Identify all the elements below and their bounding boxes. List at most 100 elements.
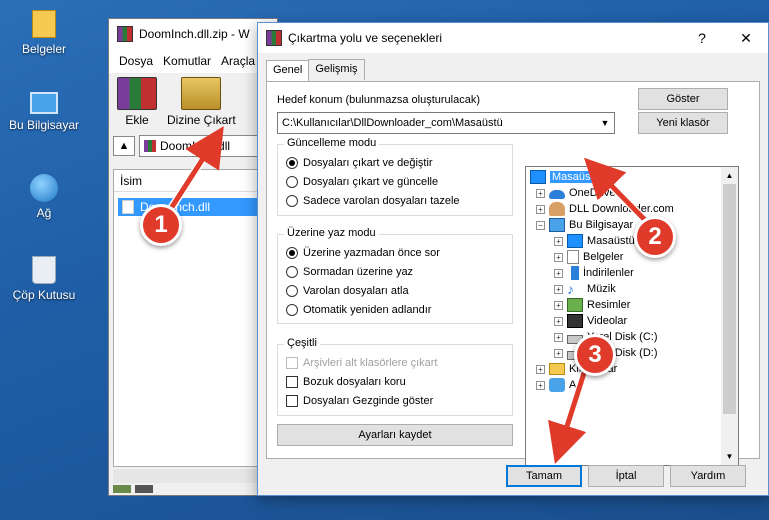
tree-item-downloads[interactable]: + İndirilenler <box>554 265 634 281</box>
tree-item-label: DLL Downloader.com <box>569 203 674 215</box>
dialog-tabs: Genel Gelişmiş <box>266 59 365 81</box>
desktop-icon-label: Çöp Kutusu <box>12 288 76 302</box>
expand-icon[interactable]: + <box>554 252 563 262</box>
radio-button[interactable] <box>286 247 298 259</box>
tree-item-user[interactable]: + DLL Downloader.com <box>536 201 674 217</box>
checkbox-show-in-explorer[interactable]: Dosyaları Gezginde göster <box>286 395 433 407</box>
winrar-horizontal-scrollbar[interactable] <box>113 469 273 483</box>
menu-file[interactable]: Dosya <box>119 54 153 68</box>
checkbox[interactable] <box>286 376 298 388</box>
update-mode-group: Güncelleme modu Dosyaları çıkart ve deği… <box>277 137 513 216</box>
collapse-icon[interactable]: − <box>536 220 545 230</box>
destination-path-input[interactable] <box>278 116 596 130</box>
computer-icon <box>30 92 58 114</box>
option-label: Otomatik yeniden adlandır <box>303 304 432 316</box>
dll-file-icon <box>122 200 134 214</box>
close-button[interactable]: ✕ <box>724 23 768 53</box>
expand-icon[interactable]: + <box>536 204 545 214</box>
folder-tree[interactable]: Masaüstü + OneDrive + DLL Downloader.com… <box>525 166 739 466</box>
show-button[interactable]: Göster <box>638 88 728 110</box>
option-label: Bozuk dosyaları koru <box>303 376 406 388</box>
tab-general[interactable]: Genel <box>266 60 310 81</box>
expand-icon[interactable]: + <box>554 316 563 326</box>
help-dialog-button[interactable]: Yardım <box>670 465 746 487</box>
radio-button[interactable] <box>286 285 298 297</box>
radio-overwrite-without-prompt[interactable]: Sormadan üzerine yaz <box>286 266 413 278</box>
misc-group: Çeşitli Arşivleri alt klasörlere çıkart … <box>277 337 513 416</box>
radio-button[interactable] <box>286 304 298 316</box>
radio-button[interactable] <box>286 266 298 278</box>
tree-vertical-scrollbar[interactable]: ▲ ▼ <box>721 167 738 465</box>
up-arrow-icon: ▲ <box>118 140 130 152</box>
radio-button[interactable] <box>286 195 298 207</box>
up-folder-button[interactable]: ▲ <box>113 136 135 156</box>
scroll-up-icon[interactable]: ▲ <box>721 167 738 184</box>
expand-icon[interactable]: + <box>554 300 563 310</box>
add-button[interactable]: Ekle <box>117 77 157 127</box>
new-folder-button[interactable]: Yeni klasör <box>638 112 728 134</box>
winrar-file-list[interactable]: İsim DoomInch.dll <box>113 169 273 467</box>
menu-commands[interactable]: Komutlar <box>163 54 211 68</box>
tree-item-desktop[interactable]: Masaüstü <box>530 169 602 185</box>
save-settings-button[interactable]: Ayarları kaydet <box>277 424 513 446</box>
radio-button[interactable] <box>286 157 298 169</box>
tree-item-label: Masaüstü <box>587 235 635 247</box>
tree-item-videos[interactable]: + Videolar <box>554 313 627 329</box>
file-row[interactable]: DoomInch.dll <box>118 198 268 216</box>
tree-item-documents[interactable]: + Belgeler <box>554 249 623 265</box>
radio-refresh-existing[interactable]: Sadece varolan dosyaları tazele <box>286 195 460 207</box>
radio-extract-update[interactable]: Dosyaları çıkart ve güncelle <box>286 176 438 188</box>
radio-skip-existing[interactable]: Varolan dosyaları atla <box>286 285 409 297</box>
expand-icon[interactable]: + <box>554 236 563 246</box>
checkbox-keep-broken[interactable]: Bozuk dosyaları koru <box>286 376 406 388</box>
expand-icon[interactable]: + <box>536 364 545 374</box>
tree-item-pc-desktop[interactable]: + Masaüstü <box>554 233 635 249</box>
option-label: Sadece varolan dosyaları tazele <box>303 195 460 207</box>
archive-path-field[interactable]: DoomInch.dll <box>139 135 273 157</box>
winrar-title: DoomInch.dll.zip - W <box>139 27 250 41</box>
radio-ask-before-overwrite[interactable]: Üzerine yazmadan önce sor <box>286 247 440 259</box>
cancel-button[interactable]: İptal <box>588 465 664 487</box>
tree-item-music[interactable]: + ♪ Müzik <box>554 281 616 297</box>
checkbox[interactable] <box>286 395 298 407</box>
desktop-icon-documents[interactable]: Belgeler <box>2 10 86 56</box>
desktop-icon-label: Belgeler <box>21 42 67 56</box>
onedrive-cloud-icon <box>549 190 565 199</box>
winrar-toolbar: Ekle Dizine Çıkart <box>109 73 277 131</box>
expand-icon[interactable]: + <box>554 348 563 358</box>
option-label: Varolan dosyaları atla <box>303 285 409 297</box>
extract-to-button[interactable]: Dizine Çıkart <box>167 77 236 127</box>
misc-title: Çeşitli <box>284 337 320 349</box>
chevron-down-icon[interactable]: ▼ <box>596 118 614 128</box>
tree-item-pictures[interactable]: + Resimler <box>554 297 630 313</box>
folder-documents-icon <box>32 10 56 38</box>
desktop-icon-recycle-bin[interactable]: Çöp Kutusu <box>2 256 86 302</box>
expand-icon[interactable]: + <box>554 332 563 342</box>
tree-item-onedrive[interactable]: + OneDrive <box>536 185 615 201</box>
radio-extract-replace[interactable]: Dosyaları çıkart ve değiştir <box>286 157 433 169</box>
tree-item-label: İndirilenler <box>583 267 634 279</box>
ok-button[interactable]: Tamam <box>506 465 582 487</box>
annotation-badge-3: 3 <box>574 334 616 376</box>
expand-icon[interactable]: + <box>554 268 563 278</box>
column-header-name[interactable]: İsim <box>114 170 272 192</box>
tree-item-this-pc[interactable]: − Bu Bilgisayar <box>536 217 633 233</box>
scroll-down-icon[interactable]: ▼ <box>721 448 738 465</box>
desktop-icon-network[interactable]: Ağ <box>2 174 86 220</box>
winrar-title-bar[interactable]: DoomInch.dll.zip - W <box>109 19 277 49</box>
tree-item-label: Masaüstü <box>550 171 602 183</box>
menu-tools[interactable]: Araçla <box>221 54 255 68</box>
radio-auto-rename[interactable]: Otomatik yeniden adlandır <box>286 304 431 316</box>
desktop-icon-this-pc[interactable]: Bu Bilgisayar <box>2 92 86 132</box>
tree-item-label: Belgeler <box>583 251 624 263</box>
scroll-thumb[interactable] <box>723 184 736 414</box>
destination-path-combo[interactable]: ▼ <box>277 112 615 134</box>
expand-icon[interactable]: + <box>554 284 563 294</box>
expand-icon[interactable]: + <box>536 188 545 198</box>
dialog-title-bar[interactable]: Çıkartma yolu ve seçenekleri ? ✕ <box>258 23 768 53</box>
help-button[interactable]: ? <box>680 23 724 53</box>
tree-item-network[interactable]: + Ağ <box>536 377 582 393</box>
radio-button[interactable] <box>286 176 298 188</box>
tab-advanced[interactable]: Gelişmiş <box>308 59 365 80</box>
expand-icon[interactable]: + <box>536 380 545 390</box>
